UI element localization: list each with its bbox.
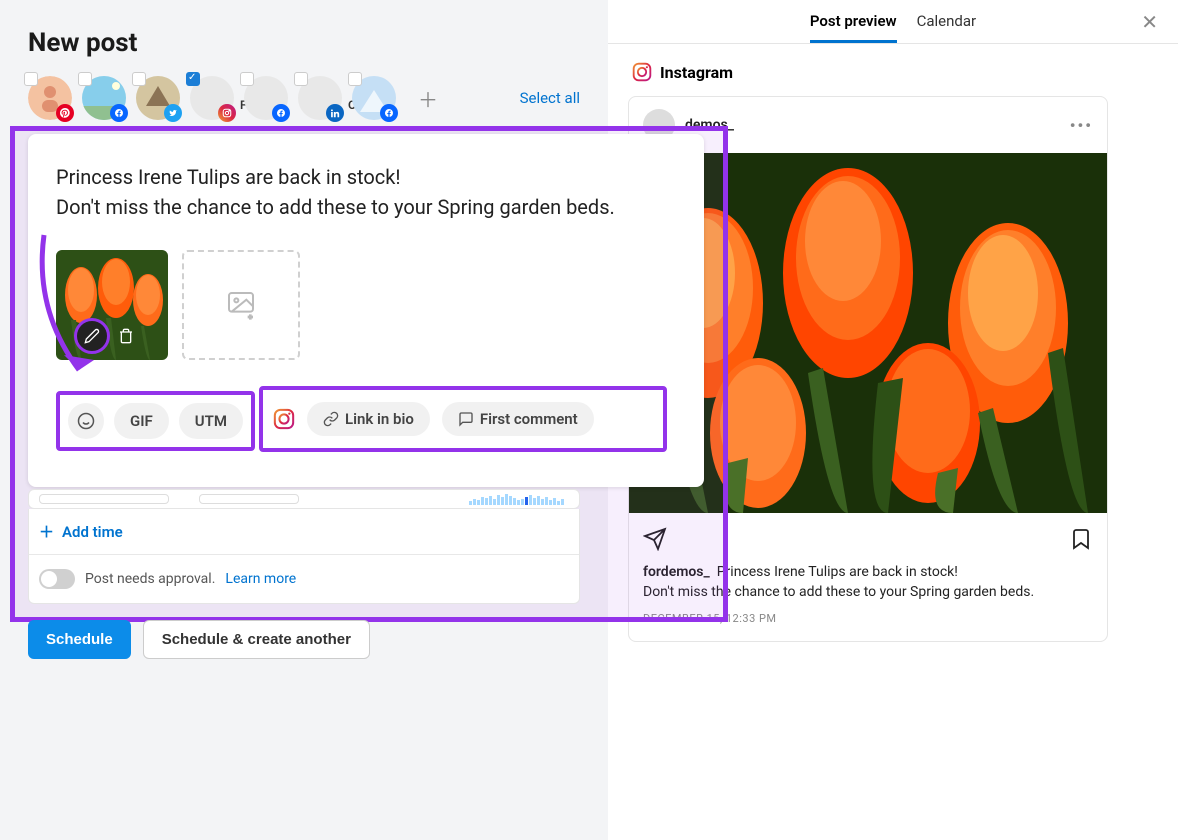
- compose-card: Princess Irene Tulips are back in stock!…: [28, 134, 704, 487]
- approval-toggle[interactable]: [39, 569, 75, 589]
- schedule-another-button[interactable]: Schedule & create another: [143, 620, 370, 659]
- approval-row: Post needs approval. Learn more: [28, 554, 580, 604]
- schedule-button[interactable]: Schedule: [28, 620, 131, 659]
- pinterest-icon: [56, 104, 74, 122]
- link-in-bio-button[interactable]: Link in bio: [307, 402, 430, 436]
- account-facebook-3[interactable]: [352, 76, 396, 120]
- facebook-icon: [110, 104, 128, 122]
- twitter-icon: [164, 104, 182, 122]
- add-media-button[interactable]: [182, 250, 300, 360]
- account-linkedin[interactable]: OP: [298, 76, 342, 120]
- preview-menu-button[interactable]: •••: [1070, 116, 1093, 135]
- preview-tabs: Post preview Calendar: [810, 12, 976, 43]
- gif-button[interactable]: GIF: [114, 403, 169, 439]
- select-all-link[interactable]: Select all: [520, 89, 580, 107]
- media-thumbnail[interactable]: [56, 250, 168, 360]
- instagram-icon: [273, 408, 295, 430]
- instagram-icon: [632, 62, 652, 82]
- delete-media-button[interactable]: [114, 324, 138, 348]
- linkedin-icon: [326, 104, 344, 122]
- accounts-row: FO OP ＋ Select all: [28, 76, 580, 120]
- account-facebook-1[interactable]: [82, 76, 126, 120]
- preview-username: demos_: [685, 117, 734, 133]
- add-account-button[interactable]: ＋: [406, 76, 450, 120]
- preview-platform-header: Instagram: [628, 44, 1178, 92]
- bookmark-icon[interactable]: [1069, 527, 1093, 551]
- send-icon[interactable]: [643, 527, 667, 551]
- schedule-row-stub: [28, 489, 580, 509]
- compose-text-input[interactable]: Princess Irene Tulips are back in stock!…: [56, 162, 676, 222]
- account-pinterest[interactable]: [28, 76, 72, 120]
- close-button[interactable]: ✕: [1141, 10, 1158, 34]
- account-twitter[interactable]: [136, 76, 180, 120]
- annotation-highlight-ig-options: Link in bio First comment: [259, 386, 667, 452]
- facebook-icon: [380, 104, 398, 122]
- utm-button[interactable]: UTM: [179, 403, 243, 439]
- page-title: New post: [28, 28, 580, 58]
- instagram-icon: [218, 104, 236, 122]
- plus-icon: ＋: [39, 521, 54, 542]
- preview-caption: fordemos_ Princess Irene Tulips are back…: [629, 561, 1107, 606]
- preview-date: DECEMBER 15, 12:33 PM: [629, 606, 1107, 641]
- tab-calendar[interactable]: Calendar: [917, 12, 977, 43]
- edit-media-button[interactable]: [74, 318, 110, 354]
- annotation-highlight-pills: GIF UTM: [56, 391, 255, 451]
- account-instagram-selected[interactable]: FO: [190, 76, 234, 120]
- emoji-button[interactable]: [68, 403, 104, 439]
- account-facebook-2[interactable]: [244, 76, 288, 120]
- first-comment-button[interactable]: First comment: [442, 402, 594, 436]
- add-time-button[interactable]: ＋ Add time: [28, 509, 580, 554]
- facebook-icon: [272, 104, 290, 122]
- learn-more-link[interactable]: Learn more: [225, 571, 296, 587]
- tab-post-preview[interactable]: Post preview: [810, 12, 897, 43]
